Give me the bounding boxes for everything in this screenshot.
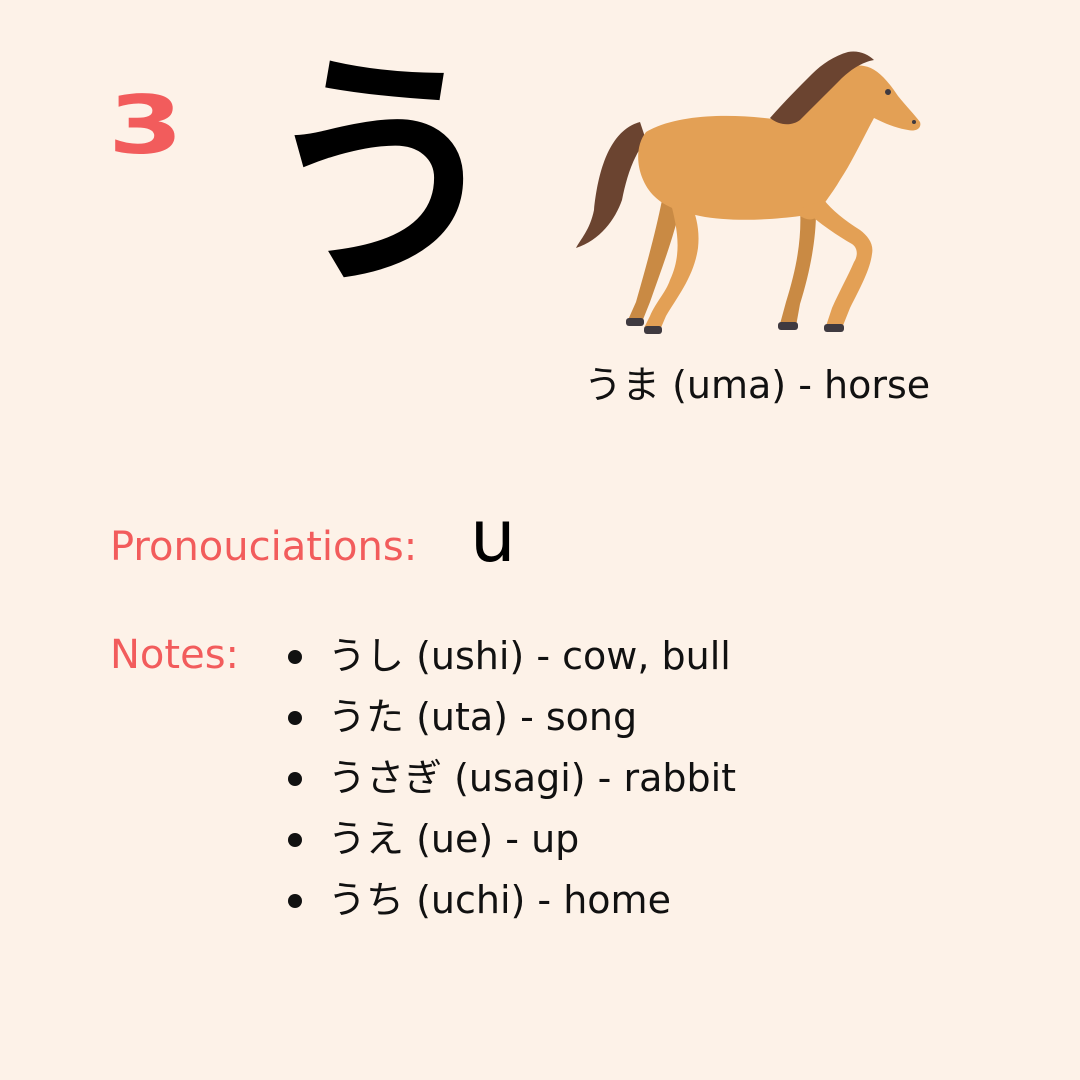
card-number: 3 [108, 79, 184, 172]
pronunciation-value: u [470, 494, 516, 578]
list-item: うえ (ue) - up [286, 809, 736, 870]
notes-label: Notes: [110, 632, 240, 678]
pronunciation-label: Pronouciations: [110, 524, 418, 570]
horse-icon [576, 51, 921, 334]
hiragana-card: 3 う うま (uma) - horse Pronouciations: u N… [0, 0, 1080, 1080]
list-item: うさぎ (usagi) - rabbit [286, 748, 736, 809]
example-word-caption: うま (uma) - horse [584, 363, 931, 407]
notes-list: うし (ushi) - cow, bull うた (uta) - song うさ… [286, 626, 736, 931]
list-item: うし (ushi) - cow, bull [286, 626, 736, 687]
list-item: うち (uchi) - home [286, 870, 736, 931]
list-item: うた (uta) - song [286, 687, 736, 748]
hiragana-character: う [258, 29, 508, 320]
